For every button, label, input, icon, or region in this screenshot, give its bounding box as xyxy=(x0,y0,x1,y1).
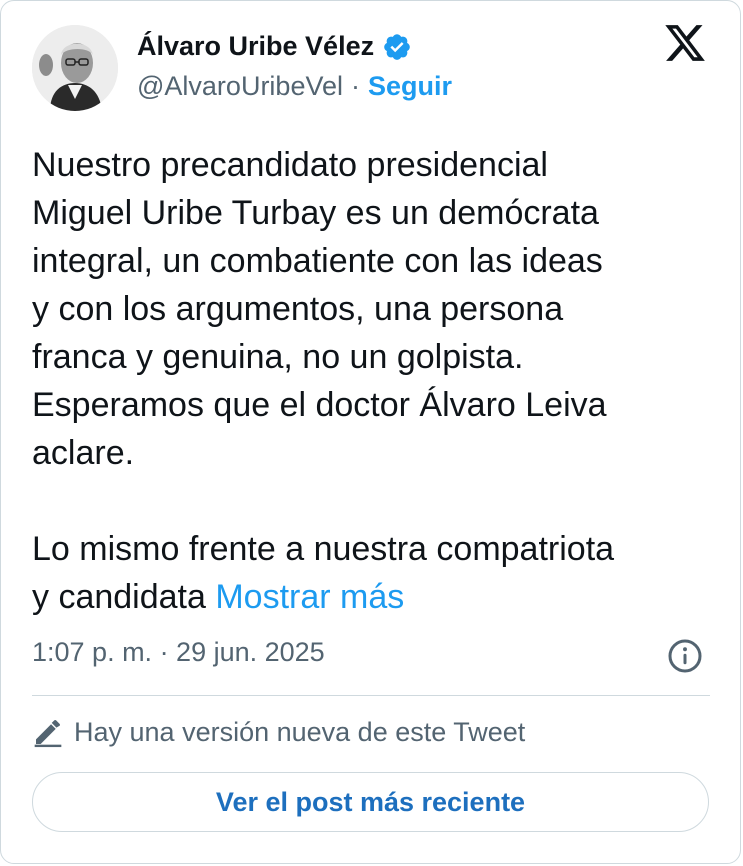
author-name-row: Álvaro Uribe Vélez xyxy=(137,31,412,62)
tweet-card: Álvaro Uribe Vélez @AlvaroUribeVel · Seg… xyxy=(0,0,741,864)
avatar-portrait-icon xyxy=(32,25,118,111)
tweet-body: Nuestro precandidato presidencial Miguel… xyxy=(32,146,615,616)
verified-badge-icon xyxy=(384,33,410,60)
edit-notice: Hay una versión nueva de este Tweet xyxy=(32,716,525,748)
author-name[interactable]: Álvaro Uribe Vélez xyxy=(137,31,374,62)
show-more-link[interactable]: Mostrar más xyxy=(215,578,404,616)
author-handle[interactable]: @AlvaroUribeVel xyxy=(137,71,343,102)
tweet-text: Nuestro precandidato presidencial Miguel… xyxy=(32,141,722,621)
tweet-timestamp[interactable]: 1:07 p. m. · 29 jun. 2025 xyxy=(32,637,325,668)
view-latest-post-button[interactable]: Ver el post más reciente xyxy=(32,772,709,832)
avatar[interactable] xyxy=(32,25,118,111)
follow-button[interactable]: Seguir xyxy=(368,71,452,102)
author-handle-row: @AlvaroUribeVel · Seguir xyxy=(137,71,452,102)
separator-dot: · xyxy=(351,71,360,101)
edit-notice-text: Hay una versión nueva de este Tweet xyxy=(74,716,526,747)
pencil-icon xyxy=(34,720,62,748)
info-icon[interactable] xyxy=(667,638,703,674)
divider xyxy=(32,695,710,696)
x-logo-icon[interactable] xyxy=(662,21,708,65)
